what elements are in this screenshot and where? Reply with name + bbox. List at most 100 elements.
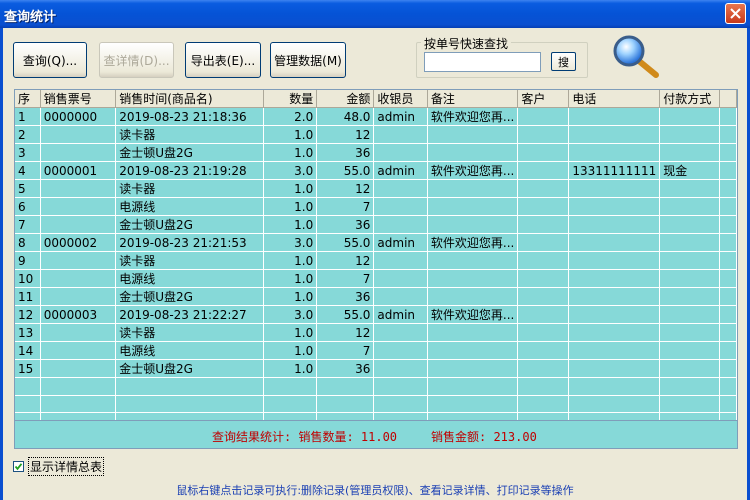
table-cell [568, 179, 661, 198]
table-cell: 55.0 [316, 305, 375, 324]
table-cell: 13 [15, 323, 41, 342]
table-cell: 1.0 [263, 287, 318, 306]
table-cell [568, 215, 661, 234]
empty-cell [316, 412, 375, 420]
column-header[interactable]: 销售票号 [40, 90, 117, 108]
table-row[interactable]: 9 读卡器 1.0 12 [15, 251, 737, 270]
table-cell [40, 323, 117, 342]
check-icon [14, 463, 23, 471]
summary-bar: 查询结果统计: 销售数量: 11.00 销售金额: 213.00 [14, 421, 738, 449]
table-cell: 金士顿U盘2G [115, 143, 265, 162]
empty-row [15, 377, 737, 396]
table-cell [659, 251, 720, 270]
table-cell [517, 161, 570, 180]
show-detail-toggle[interactable]: 显示详情总表 [13, 457, 105, 476]
table-cell [517, 269, 570, 288]
empty-cell [263, 377, 318, 396]
column-header[interactable]: 序 [15, 90, 41, 108]
table-header: 序销售票号 销售时间(商品名) 数量 金额 收银员 备注 客户 电话 付款方式 [15, 90, 737, 108]
table-cell: admin [373, 305, 428, 324]
table-cell: 软件欢迎您再... [427, 107, 519, 126]
table-row[interactable]: 11 金士顿U盘2G 1.0 36 [15, 287, 737, 306]
table-cell [517, 125, 570, 144]
table-cell [568, 107, 661, 126]
table-cell [659, 125, 720, 144]
empty-cell [316, 395, 375, 414]
empty-cell [517, 377, 570, 396]
table-row[interactable]: 6 电源线 1.0 7 [15, 197, 737, 216]
table-cell: 12 [316, 179, 375, 198]
column-header[interactable]: 收银员 [373, 90, 428, 108]
table-cell: 7 [15, 215, 41, 234]
column-header[interactable]: 客户 [517, 90, 570, 108]
table-cell: 金士顿U盘2G [115, 359, 265, 378]
table-cell [40, 269, 117, 288]
table-cell: 15 [15, 359, 41, 378]
table-cell [517, 107, 570, 126]
table-cell: 0000000 [40, 107, 117, 126]
table-cell: 3.0 [263, 233, 318, 252]
empty-cell [15, 412, 41, 420]
sales-table[interactable]: 序销售票号 销售时间(商品名) 数量 金额 收银员 备注 客户 电话 付款方式 1 0000000… [14, 89, 738, 421]
table-row[interactable]: 1 0000000 2019-08-23 21:18:36 2.0 48.0 admin 软… [15, 107, 737, 126]
table-cell [659, 233, 720, 252]
table-cell [517, 233, 570, 252]
empty-cell [40, 395, 117, 414]
table-cell [427, 251, 519, 270]
table-cell [659, 305, 720, 324]
manage-data-button[interactable]: 管理数据(M) [270, 42, 346, 78]
column-header[interactable]: 数量 [263, 90, 318, 108]
table-cell-filler [719, 269, 737, 288]
table-cell: 6 [15, 197, 41, 216]
table-cell: 1.0 [263, 179, 318, 198]
table-row[interactable]: 10 电源线 1.0 7 [15, 269, 737, 288]
export-button[interactable]: 导出表(E)... [185, 42, 261, 78]
table-cell-filler [719, 161, 737, 180]
detail-button[interactable]: 查详情(D)... [99, 42, 174, 78]
column-header[interactable]: 销售时间(商品名) [115, 90, 265, 108]
table-cell [517, 179, 570, 198]
empty-cell [517, 395, 570, 414]
table-cell [373, 143, 428, 162]
table-cell: 软件欢迎您再... [427, 305, 519, 324]
table-cell [568, 323, 661, 342]
query-button[interactable]: 查询(Q)... [13, 42, 87, 78]
table-cell: 1.0 [263, 323, 318, 342]
column-header[interactable]: 备注 [427, 90, 519, 108]
column-header[interactable]: 金额 [316, 90, 375, 108]
table-cell-filler [719, 305, 737, 324]
table-cell [40, 251, 117, 270]
table-cell: 1.0 [263, 143, 318, 162]
table-row[interactable]: 8 0000002 2019-08-23 21:21:53 3.0 55.0 admin 软… [15, 233, 737, 252]
table-cell-filler [719, 359, 737, 378]
close-button[interactable] [725, 3, 746, 24]
search-button[interactable]: 搜 [551, 52, 576, 71]
table-cell: 1.0 [263, 251, 318, 270]
receipt-search-input[interactable] [424, 52, 541, 72]
table-cell [40, 341, 117, 360]
show-detail-checkbox[interactable] [13, 461, 24, 472]
empty-cell [427, 412, 519, 420]
table-row[interactable]: 2 读卡器 1.0 12 [15, 125, 737, 144]
table-cell: 1.0 [263, 359, 318, 378]
table-cell [373, 251, 428, 270]
table-row[interactable]: 12 0000003 2019-08-23 21:22:27 3.0 55.0 admin… [15, 305, 737, 324]
table-row[interactable]: 14 电源线 1.0 7 [15, 341, 737, 360]
table-cell: 1.0 [263, 125, 318, 144]
column-header[interactable]: 付款方式 [659, 90, 720, 108]
table-cell: 3.0 [263, 161, 318, 180]
table-cell [40, 287, 117, 306]
table-row[interactable]: 4 0000001 2019-08-23 21:19:28 3.0 55.0 admin 软… [15, 161, 737, 180]
empty-cell [517, 412, 570, 420]
column-header[interactable]: 电话 [568, 90, 661, 108]
table-row[interactable]: 3 金士顿U盘2G 1.0 36 [15, 143, 737, 162]
table-row[interactable]: 13 读卡器 1.0 12 [15, 323, 737, 342]
table-cell: 电源线 [115, 197, 265, 216]
table-row[interactable]: 5 读卡器 1.0 12 [15, 179, 737, 198]
empty-cell [373, 412, 428, 420]
table-cell: 12 [15, 305, 41, 324]
table-row[interactable]: 7 金士顿U盘2G 1.0 36 [15, 215, 737, 234]
table-cell [427, 341, 519, 360]
table-cell: admin [373, 107, 428, 126]
table-row[interactable]: 15 金士顿U盘2G 1.0 36 [15, 359, 737, 378]
